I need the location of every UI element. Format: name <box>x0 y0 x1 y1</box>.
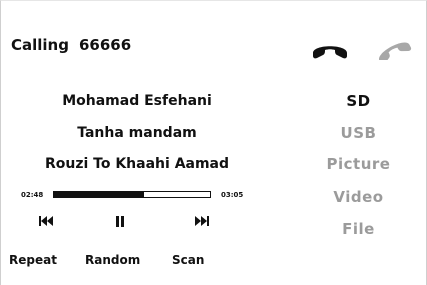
source-video[interactable]: Video <box>301 188 416 206</box>
pause-icon <box>116 215 124 227</box>
track-artist: Mohamad Esfehani <box>62 93 212 109</box>
elapsed-time: 02:48 <box>21 191 44 199</box>
answer-call-icon[interactable] <box>310 38 350 60</box>
track-title: Rouzi To Khaahi Aamad <box>44 156 230 172</box>
call-number: 66666 <box>78 36 132 54</box>
total-time: 03:05 <box>221 191 244 199</box>
media-screen: Calling 66666 Mohamad Esfehani Tanha man… <box>0 0 427 285</box>
progress-bar[interactable] <box>53 191 211 198</box>
next-track-button[interactable] <box>190 213 214 229</box>
pause-button[interactable] <box>108 213 132 229</box>
skip-previous-icon <box>39 216 53 226</box>
previous-track-button[interactable] <box>34 213 58 229</box>
skip-next-icon <box>195 216 209 226</box>
scan-button[interactable]: Scan <box>172 253 204 267</box>
repeat-button[interactable]: Repeat <box>9 253 57 267</box>
call-status-line: Calling 66666 <box>11 36 131 54</box>
progress-fill <box>54 192 144 197</box>
random-button[interactable]: Random <box>85 253 140 267</box>
hang-up-call-icon[interactable] <box>373 38 413 65</box>
track-album: Tanha mandam <box>77 125 197 141</box>
source-usb[interactable]: USB <box>301 124 416 142</box>
call-status-label: Calling <box>11 36 69 54</box>
source-file[interactable]: File <box>301 220 416 238</box>
source-sd[interactable]: SD <box>301 92 416 110</box>
source-picture[interactable]: Picture <box>301 155 416 173</box>
